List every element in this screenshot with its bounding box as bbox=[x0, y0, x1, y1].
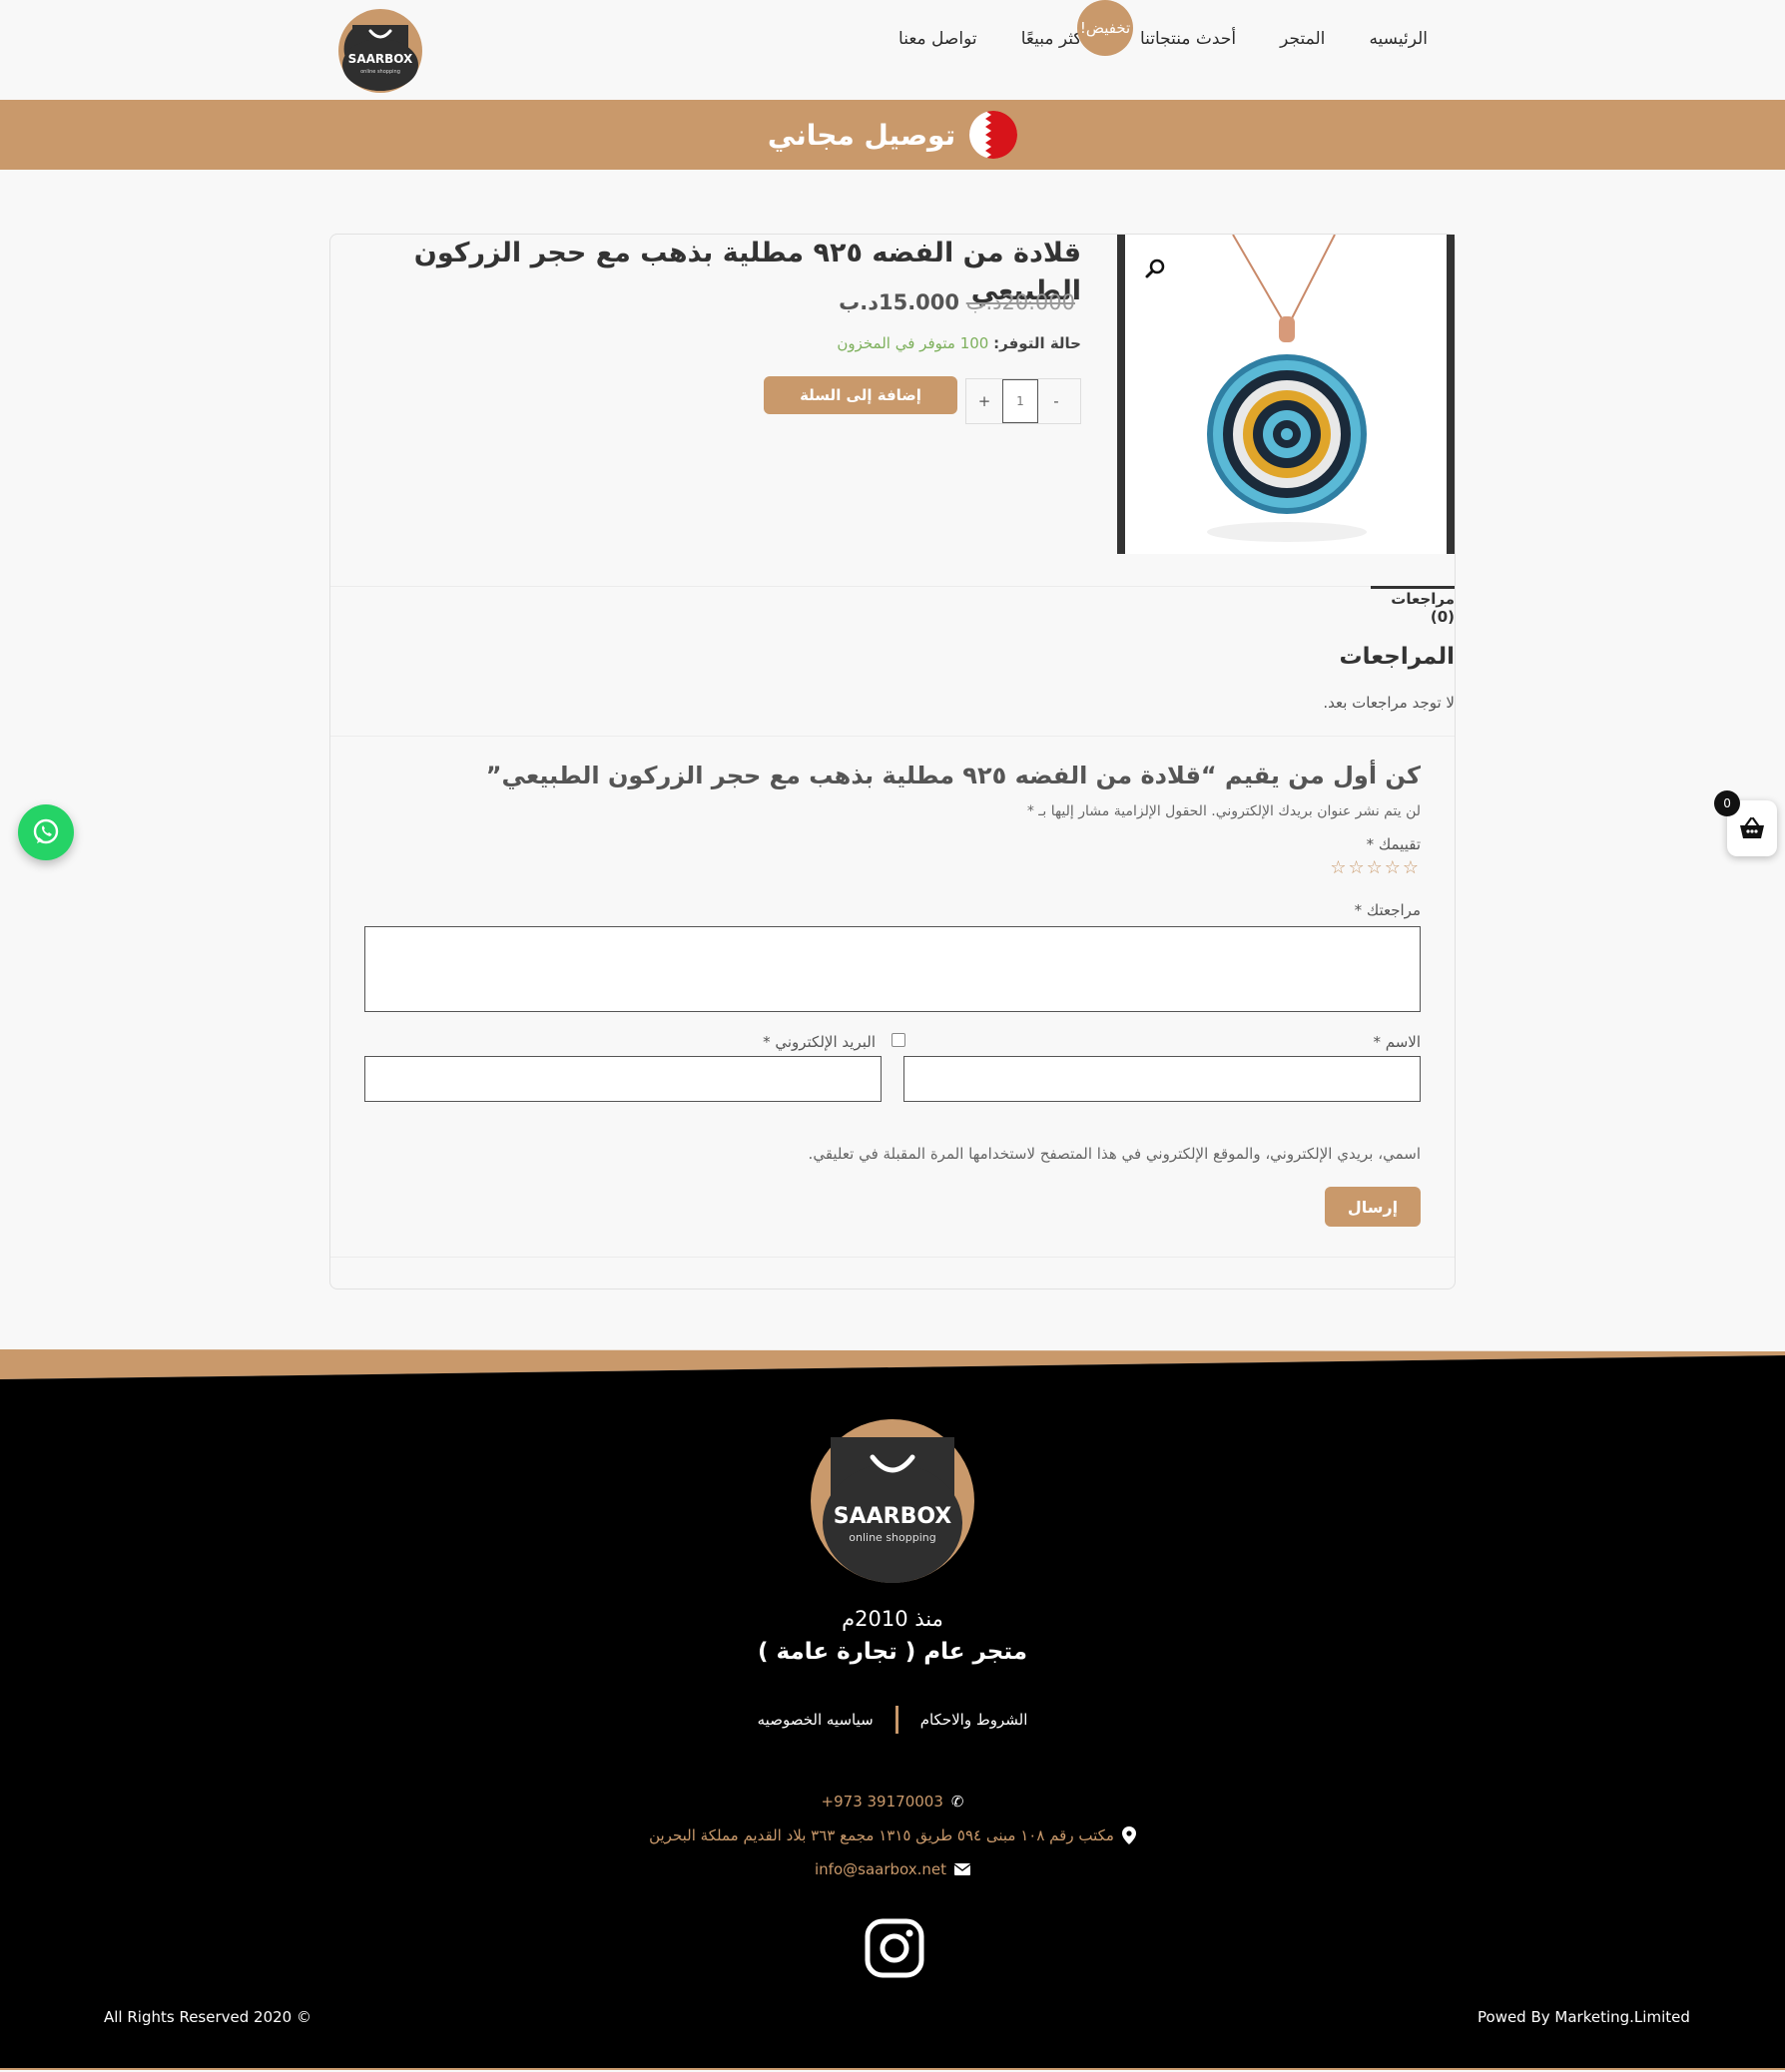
quantity-stepper: + 1 - bbox=[965, 378, 1081, 424]
address-text: مكتب رقم ١٠٨ مبنى ٥٩٤ طريق ١٣١٥ مجمع ٣٦٣… bbox=[649, 1826, 1114, 1844]
contact-phone: +973 39170003 ✆ bbox=[0, 1793, 1785, 1811]
free-delivery-banner: توصيل مجاني bbox=[0, 100, 1785, 170]
since-year: منذ 2010م bbox=[842, 1607, 943, 1631]
powered-by-text[interactable]: Powed By Marketing.Limited bbox=[1478, 2008, 1690, 2026]
price-old: 20.000د.ب bbox=[965, 290, 1075, 314]
product-price: 20.000د.ب 15.000د.ب bbox=[390, 290, 1081, 314]
quantity-input[interactable]: 1 bbox=[1002, 379, 1038, 423]
footer-links: الشروط والاحكام سياسيه الخصوصيه bbox=[743, 1705, 1042, 1735]
review-label: مراجعتك * bbox=[1354, 901, 1421, 919]
form-divider bbox=[330, 736, 1455, 737]
nav-latest-products[interactable]: أحدث منتجاتنا bbox=[1140, 29, 1236, 49]
privacy-link[interactable]: سياسيه الخصوصيه bbox=[758, 1711, 874, 1729]
whatsapp-button[interactable] bbox=[18, 804, 74, 860]
qty-decrease-button[interactable]: - bbox=[1038, 379, 1074, 423]
footer-logo-text: SAARBOX bbox=[834, 1504, 952, 1529]
envelope-icon bbox=[954, 1863, 970, 1875]
save-info-note: اسمي، بريدي الإلكتروني، والموقع الإلكترو… bbox=[808, 1145, 1421, 1163]
nav-contact[interactable]: تواصل معنا bbox=[898, 29, 977, 49]
whatsapp-icon bbox=[33, 818, 59, 844]
free-delivery-text: توصيل مجاني bbox=[767, 118, 956, 152]
phone-icon: ✆ bbox=[950, 1793, 964, 1811]
tabs-divider bbox=[330, 586, 1455, 587]
rating-label: تقييمك * bbox=[1366, 835, 1421, 853]
footer-bottom-line bbox=[0, 2068, 1785, 2070]
bahrain-flag-icon bbox=[969, 111, 1018, 159]
name-label: الاسم * bbox=[1373, 1033, 1421, 1051]
add-to-cart-button[interactable]: إضافة إلى السلة bbox=[764, 376, 957, 414]
email-input[interactable] bbox=[364, 1056, 882, 1102]
tab-reviews[interactable]: مراجعات (0) bbox=[1371, 586, 1455, 626]
contact-address: مكتب رقم ١٠٨ مبنى ٥٩٤ طريق ١٣١٥ مجمع ٣٦٣… bbox=[0, 1826, 1785, 1844]
price-new: 15.000د.ب bbox=[839, 290, 960, 314]
qty-increase-button[interactable]: + bbox=[966, 379, 1002, 423]
star-rating[interactable]: ☆☆☆☆☆ bbox=[1229, 857, 1421, 878]
instagram-icon[interactable] bbox=[865, 1918, 924, 1978]
save-info-checkbox[interactable] bbox=[892, 1033, 905, 1047]
site-footer: SAARBOX online shopping منذ 2010م متجر ع… bbox=[0, 1385, 1785, 2070]
location-pin-icon bbox=[1121, 1826, 1136, 1844]
stock-value: 100 متوفر في المخزون bbox=[837, 334, 989, 352]
footer-logo-subtext: online shopping bbox=[849, 1531, 935, 1544]
product-card: قلادة من الفضه ٩٢٥ مطلية بذهب مع حجر الز… bbox=[329, 234, 1456, 1290]
main-nav: الرئيسيه المتجر أحدث منتجاتنا الأكثر مبي… bbox=[898, 22, 1428, 56]
name-input[interactable] bbox=[903, 1056, 1421, 1102]
footer-wave bbox=[0, 1349, 1785, 1385]
stock-label: حالة التوفر: bbox=[993, 334, 1081, 352]
sale-badge: تخفيض! bbox=[1077, 0, 1133, 56]
card-bottom-divider bbox=[330, 1257, 1455, 1258]
basket-icon bbox=[1740, 816, 1764, 838]
stock-status: حالة التوفر: 100 متوفر في المخزون bbox=[390, 334, 1081, 352]
required-fields-note: لن يتم نشر عنوان بريدك الإلكتروني. الحقو… bbox=[1026, 803, 1421, 819]
no-reviews-text: لا توجد مراجعات بعد. bbox=[1323, 694, 1455, 712]
terms-link[interactable]: الشروط والاحكام bbox=[920, 1711, 1028, 1729]
reviews-heading: المراجعات bbox=[1339, 644, 1455, 670]
gallery-indicator bbox=[1447, 394, 1455, 426]
saarbox-logo[interactable]: SAARBOX online shopping bbox=[338, 9, 422, 93]
email-address[interactable]: info@saarbox.net bbox=[815, 1860, 946, 1878]
zoom-icon[interactable] bbox=[1141, 255, 1169, 282]
nav-shop[interactable]: المتجر bbox=[1280, 29, 1325, 49]
store-type: متجر عام ( تجارة عامة ) bbox=[758, 1639, 1027, 1665]
site-header: SAARBOX online shopping الرئيسيه المتجر … bbox=[0, 0, 1785, 100]
review-textarea[interactable] bbox=[364, 926, 1421, 1012]
footer-saarbox-logo: SAARBOX online shopping bbox=[811, 1419, 974, 1583]
copyright-text: All Rights Reserved 2020 © bbox=[104, 2008, 311, 2026]
submit-review-button[interactable]: إرسال bbox=[1325, 1187, 1421, 1227]
contact-email: info@saarbox.net bbox=[0, 1860, 1785, 1878]
nav-home[interactable]: الرئيسيه bbox=[1369, 29, 1428, 49]
review-form-title: كن أول من يقيم “قلادة من الفضه ٩٢٥ مطلية… bbox=[485, 762, 1421, 789]
logo-text: SAARBOX bbox=[348, 52, 413, 66]
product-gallery[interactable] bbox=[1117, 235, 1455, 554]
phone-number[interactable]: +973 39170003 bbox=[822, 1793, 943, 1811]
footer-link-separator bbox=[894, 1706, 898, 1734]
logo-subtext: online shopping bbox=[360, 69, 400, 75]
cart-count-badge: 0 bbox=[1714, 790, 1740, 816]
email-label: البريد الإلكتروني * bbox=[763, 1033, 876, 1051]
product-image[interactable] bbox=[1125, 235, 1447, 554]
